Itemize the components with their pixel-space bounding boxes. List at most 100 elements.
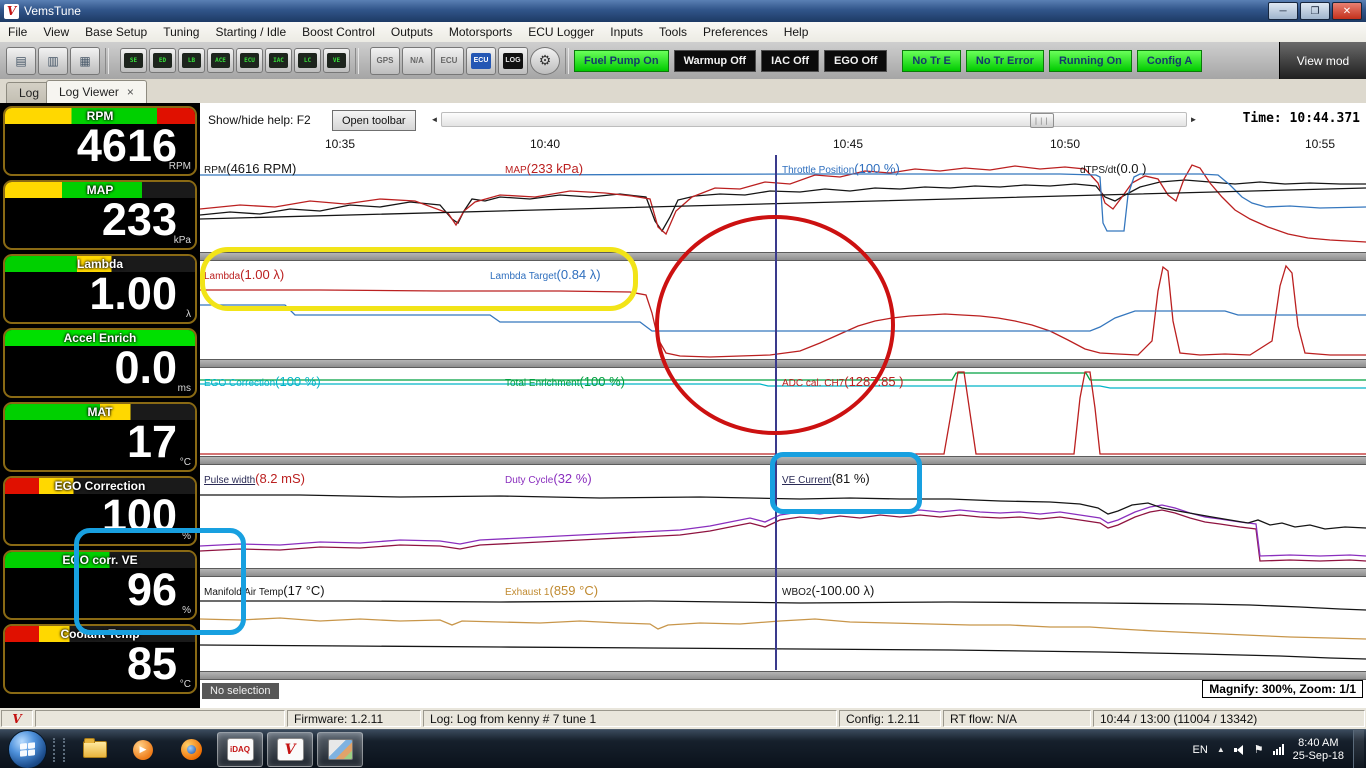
taskbar-vemstune-button[interactable]: V xyxy=(267,732,313,767)
view-mode-button[interactable]: View mod xyxy=(1279,42,1366,79)
statusbar-log-name: Log: Log from kenny # 7 tune 1 xyxy=(423,710,837,727)
minimize-button[interactable]: ─ xyxy=(1268,2,1298,20)
gauge-mat[interactable]: MAT 17 °C xyxy=(3,402,197,472)
open-toolbar-button[interactable]: Open toolbar xyxy=(332,110,416,131)
menu-motorsports[interactable]: Motorsports xyxy=(441,23,520,41)
log-viewer-workspace: RPM 4616 RPM MAP 233 kPa Lambda 1.00 λ A… xyxy=(0,103,1366,708)
menu-ecu-logger[interactable]: ECU Logger xyxy=(520,23,602,41)
menu-tools[interactable]: Tools xyxy=(651,23,695,41)
network-icon[interactable] xyxy=(1272,744,1284,755)
gauge-ego-correction[interactable]: EGO Correction 100 % xyxy=(3,476,197,546)
taskbar-grip[interactable] xyxy=(53,737,65,762)
tab-close-icon[interactable]: × xyxy=(127,85,134,99)
gauge-ego-corr-ve[interactable]: EGO corr. VE 96 % xyxy=(3,550,197,620)
wrench-icon[interactable]: ⚙ xyxy=(530,46,560,75)
gauge-coolant-temp[interactable]: Coolant Temp 85 °C xyxy=(3,624,197,694)
taskbar-clock[interactable]: 8:40 AM 25-Sep-18 xyxy=(1293,737,1344,763)
close-button[interactable]: ✕ xyxy=(1332,2,1362,20)
tray-expand-icon[interactable]: ▲ xyxy=(1217,745,1225,754)
taskbar-explorer-button[interactable] xyxy=(73,733,117,766)
no-selection-badge: No selection xyxy=(202,683,279,699)
scroll-left-button[interactable]: ◄ xyxy=(428,112,441,127)
status-iac[interactable]: IAC Off xyxy=(761,49,819,72)
duty-cycle-trace xyxy=(200,505,1366,556)
trace-label-lambda: Lambda(1.00 λ) xyxy=(204,267,285,282)
plot-row-pulse-duty-ve[interactable]: Pulse width(8.2 mS) Duty Cycle(32 %) VE … xyxy=(200,465,1366,568)
menu-starting-idle[interactable]: Starting / Idle xyxy=(207,23,294,41)
na-icon[interactable]: N/A xyxy=(402,46,432,75)
status-no-tr-error[interactable]: No Tr Error xyxy=(965,49,1044,72)
statusbar-config: Config: 1.2.11 xyxy=(839,710,941,727)
start-button[interactable] xyxy=(8,730,47,768)
taskbar-firefox-button[interactable] xyxy=(169,733,213,766)
gauge-lambda[interactable]: Lambda 1.00 λ xyxy=(3,254,197,324)
time-cursor-line[interactable] xyxy=(775,155,777,670)
menu-boost-control[interactable]: Boost Control xyxy=(294,23,383,41)
row-divider[interactable] xyxy=(200,456,1366,465)
status-warmup[interactable]: Warmup Off xyxy=(673,49,757,72)
snapshot-icon[interactable]: ▤ xyxy=(6,46,36,75)
row-divider[interactable] xyxy=(200,252,1366,261)
row-divider[interactable] xyxy=(200,671,1366,680)
title-bar[interactable]: V VemsTune ─ ❐ ✕ xyxy=(0,0,1366,22)
gauge-view-icon[interactable]: ▥ xyxy=(38,46,68,75)
maximize-button[interactable]: ❐ xyxy=(1300,2,1330,20)
row-divider[interactable] xyxy=(200,568,1366,577)
gauge-accel-enrich[interactable]: Accel Enrich 0.0 ms xyxy=(3,328,197,398)
taskbar-media-player-button[interactable]: ▶ xyxy=(121,733,165,766)
ecu-connect-icon[interactable]: ECU xyxy=(466,46,496,75)
mini-tool-ecu-icon[interactable]: ECU xyxy=(236,48,263,73)
mini-tool-lb-icon[interactable]: LB xyxy=(178,48,205,73)
menu-preferences[interactable]: Preferences xyxy=(695,23,776,41)
windows-flag-icon xyxy=(20,742,35,757)
status-no-tr-e[interactable]: No Tr E xyxy=(902,49,961,72)
gauge-sidebar: RPM 4616 RPM MAP 233 kPa Lambda 1.00 λ A… xyxy=(0,103,200,708)
mini-tool-ace-icon[interactable]: ACE xyxy=(207,48,234,73)
gauge-map[interactable]: MAP 233 kPa xyxy=(3,180,197,250)
menu-view[interactable]: View xyxy=(35,23,77,41)
menu-tuning[interactable]: Tuning xyxy=(155,23,207,41)
plot-row-rpm-map-tps[interactable]: RPM(4616 RPM) MAP(233 kPa) Throttle Posi… xyxy=(200,155,1366,252)
menu-inputs[interactable]: Inputs xyxy=(602,23,651,41)
plot-row-ego-enrichment[interactable]: EGO Correction(100 %) Total Enrichment(1… xyxy=(200,368,1366,456)
scroll-thumb[interactable]: ||| xyxy=(1029,113,1054,128)
log-record-icon[interactable]: LOG xyxy=(498,46,528,75)
menu-help[interactable]: Help xyxy=(776,23,817,41)
menu-base-setup[interactable]: Base Setup xyxy=(77,23,155,41)
gauge-accel-enrich-value: 0.0 xyxy=(114,342,177,393)
scroll-right-button[interactable]: ► xyxy=(1187,112,1200,127)
scroll-track[interactable]: ||| xyxy=(441,112,1187,128)
mini-tool-se-icon[interactable]: SE xyxy=(120,48,147,73)
timeline-scrollbar[interactable]: ◄ ||| ► xyxy=(428,112,1200,128)
taskbar-idaq-button[interactable]: iDAQ xyxy=(217,732,263,767)
plot-row-temps-wbo2[interactable]: Manifold Air Temp(17 °C) Exhaust 1(859 °… xyxy=(200,577,1366,671)
log-view-icon[interactable]: ▦ xyxy=(70,46,100,75)
volume-icon[interactable] xyxy=(1233,744,1245,756)
language-indicator[interactable]: EN xyxy=(1193,744,1208,756)
time-tick: 10:55 xyxy=(1304,137,1336,151)
mini-tool-lc-icon[interactable]: LC xyxy=(294,48,321,73)
menu-file[interactable]: File xyxy=(0,23,35,41)
mini-tool-ve-icon[interactable]: VE xyxy=(323,48,350,73)
statusbar-blank-cell xyxy=(35,710,285,727)
show-desktop-button[interactable] xyxy=(1353,730,1364,768)
menu-outputs[interactable]: Outputs xyxy=(383,23,441,41)
plot-stack[interactable]: RPM(4616 RPM) MAP(233 kPa) Throttle Posi… xyxy=(200,155,1366,680)
mini-tool-ed-icon[interactable]: ED xyxy=(149,48,176,73)
status-config-a[interactable]: Config A xyxy=(1136,49,1203,72)
tab-log-viewer[interactable]: Log Viewer × xyxy=(46,80,147,103)
mini-tool-iac-icon[interactable]: IAC xyxy=(265,48,292,73)
plot-row-lambda[interactable]: Lambda(1.00 λ) Lambda Target(0.84 λ) xyxy=(200,261,1366,359)
gauge-rpm[interactable]: RPM 4616 RPM xyxy=(3,106,197,176)
action-center-flag-icon[interactable]: ⚑ xyxy=(1254,743,1264,756)
status-ego[interactable]: EGO Off xyxy=(823,49,888,72)
throttle-trace xyxy=(200,174,1366,231)
gps-icon[interactable]: GPS xyxy=(370,46,400,75)
manifold-air-temp-trace xyxy=(200,601,1366,610)
windows-taskbar: ▶ iDAQ V EN ▲ ⚑ 8:40 AM 25-Sep-18 xyxy=(0,729,1366,768)
row-divider[interactable] xyxy=(200,359,1366,368)
status-fuel-pump[interactable]: Fuel Pump On xyxy=(574,49,669,72)
ecu-offline-icon[interactable]: ECU xyxy=(434,46,464,75)
status-running[interactable]: Running On xyxy=(1048,49,1132,72)
taskbar-paint-button[interactable] xyxy=(317,732,363,767)
